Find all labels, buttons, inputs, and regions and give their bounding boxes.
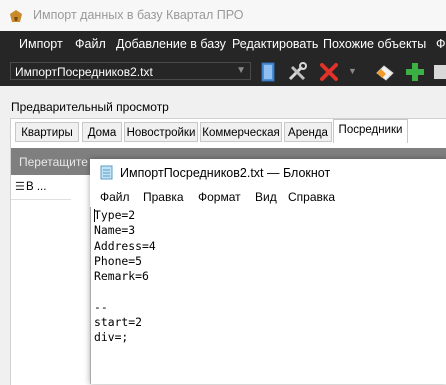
window-title: Импорт данных в базу Квартал ПРО bbox=[33, 8, 244, 22]
drag-hint-text: Перетащите з bbox=[19, 155, 97, 169]
notepad-menu-view[interactable]: Вид bbox=[255, 190, 277, 204]
tab-agents[interactable]: Посредники bbox=[333, 119, 408, 143]
text-caret bbox=[94, 209, 95, 222]
menu-similar-objects[interactable]: Похожие объекты bbox=[323, 37, 426, 51]
grid-column-label: В ... bbox=[26, 181, 47, 193]
menu-format[interactable]: Фо bbox=[436, 37, 446, 51]
chevron-down-icon[interactable]: ▼ bbox=[236, 65, 246, 76]
main-title-bar: Импорт данных в базу Квартал ПРО bbox=[0, 0, 446, 31]
notepad-menu-edit[interactable]: Правка bbox=[143, 190, 184, 204]
notepad-menu-file[interactable]: Файл bbox=[100, 190, 130, 204]
notepad-menu-help[interactable]: Справка bbox=[288, 190, 335, 204]
delete-dropdown-icon[interactable]: ▼ bbox=[348, 66, 357, 76]
document-icon[interactable] bbox=[258, 61, 280, 83]
menu-add-to-db[interactable]: Добавление в базу bbox=[116, 37, 226, 51]
tab-new-buildings[interactable]: Новостройки bbox=[124, 122, 198, 142]
tools-icon[interactable] bbox=[286, 61, 308, 83]
notepad-text-area[interactable]: Type=2 Name=3 Address=4 Phone=5 Remark=6… bbox=[94, 208, 156, 346]
tab-commercial[interactable]: Коммерческая bbox=[200, 122, 282, 142]
more-icon[interactable] bbox=[432, 61, 446, 83]
app-logo-icon bbox=[10, 10, 22, 22]
notepad-menu-format[interactable]: Формат bbox=[198, 190, 241, 204]
column-menu-icon[interactable]: ☰ bbox=[15, 180, 25, 193]
grid-column-header[interactable]: ☰ В ... bbox=[11, 177, 71, 200]
menu-import[interactable]: Импорт bbox=[19, 37, 63, 51]
notepad-title-bar[interactable]: ИмпортПосредников2.txt — Блокнот bbox=[90, 159, 446, 187]
menu-file[interactable]: Файл bbox=[75, 37, 106, 51]
tab-houses[interactable]: Дома bbox=[82, 122, 122, 142]
tab-apartments[interactable]: Квартиры bbox=[15, 122, 79, 142]
add-icon[interactable] bbox=[404, 61, 426, 83]
tab-rent[interactable]: Аренда bbox=[284, 122, 332, 142]
notepad-icon bbox=[100, 165, 113, 180]
file-combo[interactable]: ИмпортПосредников2.txt ▼ bbox=[10, 62, 251, 80]
delete-icon[interactable] bbox=[318, 61, 340, 83]
menu-bar: Импорт Файл Добавление в базу Редактиров… bbox=[0, 31, 446, 57]
erase-icon[interactable] bbox=[374, 61, 396, 83]
menu-edit[interactable]: Редактировать bbox=[232, 37, 318, 51]
file-combo-value: ИмпортПосредников2.txt bbox=[15, 65, 153, 79]
preview-label: Предварительный просмотр bbox=[11, 100, 169, 114]
notepad-title: ИмпортПосредников2.txt — Блокнот bbox=[120, 166, 331, 180]
notepad-menu-bar: Файл Правка Формат Вид Справка bbox=[90, 187, 446, 207]
